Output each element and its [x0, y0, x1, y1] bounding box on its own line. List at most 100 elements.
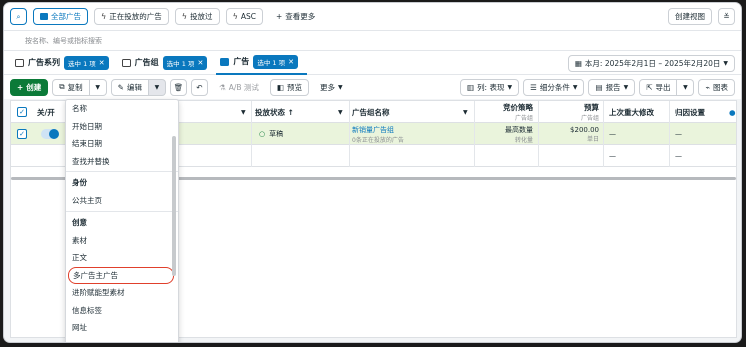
row-checkbox[interactable]: ✓: [17, 123, 27, 145]
chevron-down-icon[interactable]: ▼: [241, 101, 246, 123]
menu-item-start-date[interactable]: 开始日期: [66, 118, 178, 136]
header-budget[interactable]: 预算 广告组: [541, 101, 599, 123]
menu-item-media[interactable]: 素材: [66, 232, 178, 250]
ads-selected-chip[interactable]: 选中 1 项 ✕: [253, 54, 298, 69]
menu-scrollbar[interactable]: [172, 136, 176, 276]
breakdown-icon: ☰: [530, 82, 537, 92]
chevron-down-icon: ▼: [723, 60, 728, 67]
column-divider: [603, 101, 604, 167]
plus-icon: +: [275, 12, 283, 21]
chevron-down-icon: ▼: [337, 83, 343, 91]
chevron-down-icon: ▼: [572, 83, 578, 91]
preview-button[interactable]: ◧ 预览: [269, 78, 309, 96]
breakdown-button[interactable]: ☰ 细分条件 ▼: [523, 78, 585, 96]
menu-item-info-labels[interactable]: 信息标签: [66, 302, 178, 320]
ab-test-button[interactable]: ⚗ A/B 测试: [212, 79, 266, 96]
menu-item-find-replace[interactable]: 查找并替换: [66, 153, 178, 171]
close-icon[interactable]: ✕: [99, 59, 105, 67]
header-last-edit[interactable]: 上次重大修改: [609, 101, 654, 123]
date-range-picker[interactable]: ▦ 本月: 2025年2月1日 – 2025年2月20日 ▼: [567, 55, 735, 72]
ad-icon: [220, 57, 230, 66]
menu-divider: [66, 171, 178, 172]
header-bid[interactable]: 竞价策略 广告组: [477, 101, 533, 123]
calendar-icon: ▦: [574, 59, 582, 68]
tab-ads[interactable]: 广告 选中 1 项 ✕: [216, 50, 307, 75]
close-icon[interactable]: ✕: [197, 59, 203, 67]
export-icon: ⇱: [646, 82, 653, 92]
columns-button[interactable]: ▥ 列: 表现 ▼: [459, 78, 520, 96]
menu-section-creative: 创意: [72, 217, 87, 227]
export-button[interactable]: ⇱ 导出: [639, 78, 678, 96]
create-button[interactable]: + 创建: [10, 78, 49, 96]
search-input[interactable]: 按名称、编号或指标搜索: [4, 31, 741, 51]
close-icon[interactable]: ✕: [288, 58, 294, 66]
report-icon: ▤: [595, 82, 603, 92]
info-icon[interactable]: ●: [729, 101, 736, 123]
menu-divider: [66, 210, 178, 212]
header-delivery[interactable]: 投放状态 ↑: [255, 101, 294, 123]
duplicate-button[interactable]: ⧉ 复制: [52, 78, 90, 96]
select-all-checkbox[interactable]: ✓: [17, 101, 27, 123]
header-adset-name[interactable]: 广告组名称: [352, 101, 390, 123]
last-edit-cell: —: [609, 130, 616, 138]
attribution-cell: —: [675, 130, 682, 138]
bolt-icon: ϟ: [181, 12, 188, 21]
campaigns-selected-chip[interactable]: 选中 1 项 ✕: [64, 55, 109, 70]
row-toggle[interactable]: [41, 123, 59, 145]
menu-item-end-date[interactable]: 结束日期: [66, 135, 178, 153]
chevron-down-icon: ▼: [154, 83, 160, 91]
all-ads-filter[interactable]: 全部广告: [33, 8, 88, 25]
header-attribution[interactable]: 归因设置: [675, 101, 705, 123]
ads-manager-window: ⌕ 全部广告 ϟ 正在投放的广告 ϟ 投放过 ϟ ASC + 查看更多 创建视图 ≚ 按…: [3, 2, 742, 343]
search-button[interactable]: ⌕: [10, 8, 27, 25]
chevron-down-icon[interactable]: ▼: [463, 101, 468, 123]
chevron-down-icon[interactable]: ▼: [338, 101, 343, 123]
reports-button[interactable]: ▤ 报告 ▼: [588, 78, 636, 96]
folder-icon: [15, 58, 24, 67]
column-divider: [669, 101, 670, 167]
bolt-icon: ϟ: [232, 12, 238, 21]
ads-icon: [40, 13, 48, 20]
delete-button[interactable]: 🗑: [169, 78, 187, 96]
sliders-icon: ≚: [723, 12, 730, 21]
search-placeholder: 按名称、编号或指标搜索: [25, 36, 102, 45]
settings-sliders-button[interactable]: ≚: [718, 8, 735, 25]
filter-bar: ⌕ 全部广告 ϟ 正在投放的广告 ϟ 投放过 ϟ ASC + 查看更多 创建视图 ≚: [4, 3, 741, 31]
active-ads-filter[interactable]: ϟ 正在投放的广告: [94, 8, 169, 25]
search-icon: ⌕: [16, 11, 21, 21]
edit-split: ✎ 编辑 ▼: [110, 78, 166, 96]
column-divider: [538, 101, 539, 167]
undo-button[interactable]: ↶: [190, 78, 208, 96]
attribution-cell: —: [675, 152, 682, 160]
adsets-selected-chip[interactable]: 选中 1 项 ✕: [162, 55, 208, 70]
see-more-button[interactable]: + 查看更多: [269, 8, 322, 25]
menu-item-multi-advertiser-ads[interactable]: 多广告主广告: [68, 266, 174, 284]
duplicate-dropdown[interactable]: ▼: [89, 78, 107, 96]
chevron-down-icon: ▼: [95, 83, 100, 91]
asc-filter[interactable]: ϟ ASC: [225, 8, 263, 25]
more-button[interactable]: 更多 ▼: [313, 79, 350, 96]
undo-icon: ↶: [196, 82, 203, 92]
column-divider: [349, 101, 350, 167]
menu-item-primary-text[interactable]: 正文: [66, 249, 178, 267]
edit-dropdown[interactable]: ▼: [148, 78, 166, 96]
menu-item-facebook-page[interactable]: 公共主页: [66, 192, 178, 210]
export-dropdown[interactable]: ▼: [677, 78, 695, 96]
delivered-filter[interactable]: ϟ 投放过: [174, 8, 220, 25]
draft-status-icon: ○: [259, 130, 266, 138]
eye-icon: ◧: [276, 82, 284, 92]
charts-button[interactable]: ⌁ 图表: [698, 78, 735, 96]
menu-section-identity: 身份: [72, 178, 87, 187]
edit-dropdown-menu: 名称 开始日期 结束日期 查找并替换 身份 公共主页 创意 素材 正文 多广告主…: [65, 99, 179, 342]
header-onoff[interactable]: 关/开: [37, 101, 55, 123]
adset-name-link[interactable]: 新销量广告组: [352, 125, 404, 135]
tab-adsets[interactable]: 广告组 选中 1 项 ✕: [118, 51, 217, 75]
create-view-button[interactable]: 创建视图: [668, 8, 712, 25]
tab-campaigns[interactable]: 广告系列 选中 1 项 ✕: [11, 51, 118, 75]
menu-item-url[interactable]: 网址: [66, 319, 178, 337]
edit-button[interactable]: ✎ 编辑: [110, 78, 149, 96]
menu-item-advantage-creative[interactable]: 进阶赋能型素材: [66, 284, 178, 302]
menu-item-name[interactable]: 名称: [66, 100, 178, 118]
column-divider: [251, 101, 252, 167]
column-divider: [474, 101, 475, 167]
